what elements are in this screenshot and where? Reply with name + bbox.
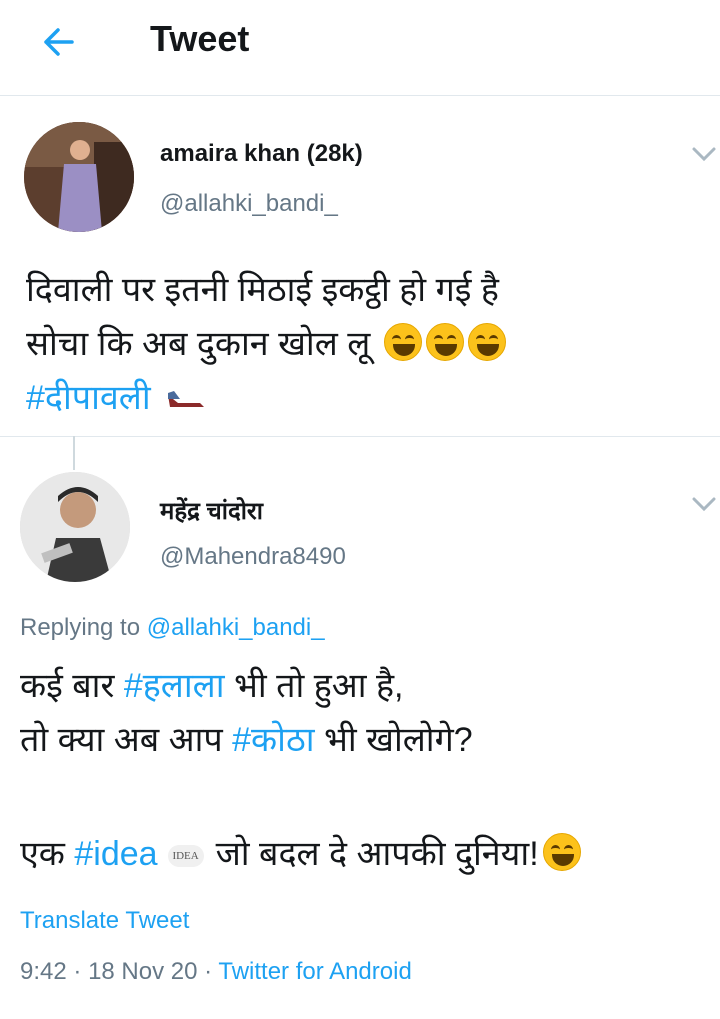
- replying-label: Replying to: [20, 614, 141, 641]
- hashtag-link[interactable]: #हलाला: [124, 667, 225, 705]
- reply-text: जो बदल दे आपकी दुनिया!: [215, 835, 539, 873]
- reply-text: एक: [20, 835, 75, 873]
- laughing-emoji-icon: [425, 323, 464, 361]
- tweet-source-link[interactable]: Twitter for Android: [218, 958, 411, 985]
- shoe-emoji-icon: [168, 391, 205, 407]
- translate-tweet-link[interactable]: Translate Tweet: [20, 907, 189, 935]
- separator: ·: [204, 958, 213, 985]
- top-bar: Tweet: [0, 0, 720, 96]
- avatar-photo: [20, 472, 130, 582]
- idea-logo-icon: IDEA: [167, 845, 204, 867]
- replying-to: Replying to @allahki_bandi_: [20, 614, 325, 642]
- tweet-timestamp: 9:42 · 18 Nov 20 · Twitter for Android: [20, 958, 412, 986]
- author-name[interactable]: महेंद्र चांदोरा: [160, 494, 263, 527]
- reply-text: भी तो हुआ है,: [224, 667, 404, 705]
- tweet-text: दिवाली पर इतनी मिठाई इकट्ठी हो गई है: [26, 271, 499, 309]
- tweet-time: 9:42: [20, 958, 67, 985]
- author-name[interactable]: amaira khan (28k): [160, 140, 363, 168]
- laughing-emoji-icon: [542, 833, 581, 871]
- thread-connector: [73, 436, 75, 470]
- author-handle[interactable]: @allahki_bandi_: [160, 190, 338, 218]
- hashtag-link[interactable]: #कोठा: [232, 721, 314, 759]
- avatar[interactable]: [24, 122, 134, 232]
- hashtag-link[interactable]: #idea: [74, 835, 157, 873]
- reply-text: कई बार: [20, 667, 124, 705]
- reply-text-line-3: एक #idea IDEA जो बदल दे आपकी दुनिया!: [20, 828, 581, 880]
- reply-text-line-2: तो क्या अब आप #कोठा भी खोलोगे?: [20, 714, 473, 766]
- laughing-emoji-icon: [467, 323, 506, 361]
- tweet-date: 18 Nov 20: [88, 958, 198, 985]
- avatar-photo: [24, 122, 134, 232]
- tweet-text-line-1: दिवाली पर इतनी मिठाई इकट्ठी हो गई है: [26, 264, 499, 316]
- avatar[interactable]: [20, 472, 130, 582]
- tweet-text-line-3: #दीपावली: [26, 372, 206, 424]
- hashtag-link[interactable]: #दीपावली: [26, 379, 151, 417]
- separator: ·: [73, 958, 82, 985]
- replying-handle-link[interactable]: @allahki_bandi_: [147, 614, 325, 641]
- laughing-emoji-icon: [383, 323, 422, 361]
- reply-text: भी खोलोगे?: [314, 721, 473, 759]
- page-title: Tweet: [150, 18, 250, 59]
- author-handle[interactable]: @Mahendra8490: [160, 543, 346, 571]
- reply-text: तो क्या अब आप: [20, 721, 233, 759]
- tweet-text-line-2: सोचा कि अब दुकान खोल लू: [26, 318, 506, 370]
- reply-text-line-1: कई बार #हलाला भी तो हुआ है,: [20, 660, 404, 712]
- tweet-text: सोचा कि अब दुकान खोल लू: [26, 325, 371, 363]
- back-arrow-icon[interactable]: [36, 22, 80, 62]
- divider: [0, 436, 720, 437]
- chevron-down-icon[interactable]: [690, 495, 718, 513]
- chevron-down-icon[interactable]: [690, 145, 718, 163]
